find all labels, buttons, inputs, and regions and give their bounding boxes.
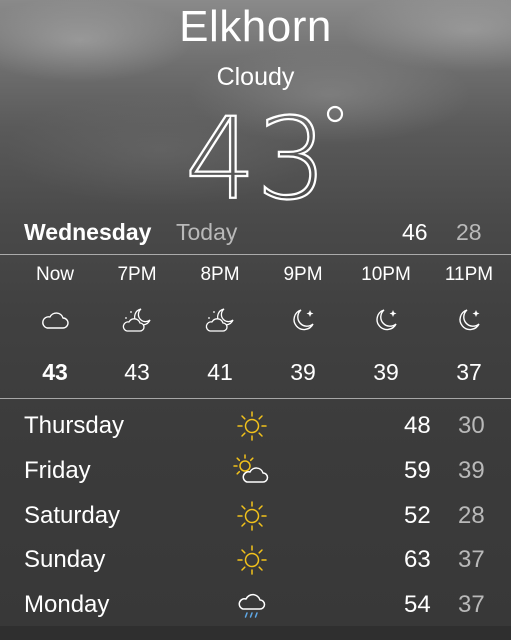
daily-low: 37 bbox=[458, 591, 485, 619]
daily-day: Friday bbox=[24, 456, 91, 484]
hourly-forecast[interactable]: Now 43 7PM 43 8PM 41 9PM 39 10PM 39 11PM… bbox=[0, 256, 511, 396]
today-high: 46 bbox=[402, 219, 428, 245]
daily-row: Saturday 52 28 bbox=[0, 494, 511, 539]
hour-time: 11PM bbox=[444, 264, 494, 285]
hour-item: 8PM 41 bbox=[185, 256, 255, 396]
daily-row: Thursday 48 30 bbox=[0, 404, 511, 449]
daily-row: Sunday 63 37 bbox=[0, 538, 511, 583]
clear-night-icon bbox=[287, 304, 319, 336]
daily-day: Monday bbox=[24, 591, 110, 619]
daily-high: 59 bbox=[404, 456, 431, 484]
hour-time: 9PM bbox=[283, 264, 323, 285]
hour-temp: 43 bbox=[124, 359, 150, 385]
partly-cloudy-night-icon bbox=[204, 304, 236, 336]
daily-day: Saturday bbox=[24, 501, 121, 529]
hour-item: 9PM 39 bbox=[268, 256, 338, 396]
city-name: Elkhorn bbox=[179, 2, 332, 51]
sun-icon bbox=[232, 542, 272, 578]
daily-day: Thursday bbox=[24, 412, 125, 439]
divider bbox=[0, 254, 511, 255]
current-temperature: 43 bbox=[185, 100, 345, 210]
hour-temp: 41 bbox=[207, 359, 233, 385]
daily-high: 54 bbox=[404, 591, 431, 619]
hour-temp: 43 bbox=[42, 359, 68, 385]
today-day: Wednesday bbox=[24, 219, 152, 245]
sun-icon bbox=[232, 498, 272, 534]
hour-time: 10PM bbox=[361, 264, 411, 285]
daily-row: Friday 59 39 bbox=[0, 449, 511, 494]
daily-high: 48 bbox=[404, 412, 431, 439]
hour-temp: 39 bbox=[290, 359, 316, 385]
daily-low: 37 bbox=[458, 546, 485, 574]
current-condition: Cloudy bbox=[216, 63, 295, 91]
sun-icon bbox=[232, 408, 272, 444]
current-temperature-value: 43 bbox=[185, 100, 328, 210]
daily-high: 52 bbox=[404, 501, 431, 529]
hour-item: 7PM 43 bbox=[102, 256, 172, 396]
hour-time: Now bbox=[35, 264, 74, 285]
hour-temp: 37 bbox=[456, 359, 482, 385]
bottom-bar bbox=[0, 626, 511, 640]
hour-item: 10PM 39 bbox=[351, 256, 421, 396]
daily-forecast[interactable]: Thursday 48 30 Friday 59 39 Saturday 52 … bbox=[0, 404, 511, 628]
hour-time: 7PM bbox=[117, 264, 157, 285]
today-summary: Wednesday Today 46 28 bbox=[0, 214, 511, 250]
daily-low: 30 bbox=[458, 412, 485, 439]
daily-row: Monday 54 37 bbox=[0, 583, 511, 628]
clear-night-icon bbox=[370, 304, 402, 336]
daily-low: 39 bbox=[458, 456, 485, 484]
partly-cloudy-night-icon bbox=[121, 304, 153, 336]
daily-day: Sunday bbox=[24, 546, 106, 574]
daily-low: 28 bbox=[458, 501, 485, 529]
today-low: 28 bbox=[456, 219, 482, 245]
rain-icon bbox=[232, 587, 272, 623]
hour-item: Now 43 bbox=[20, 256, 90, 396]
divider bbox=[0, 398, 511, 399]
degree-symbol bbox=[326, 105, 344, 123]
hour-time: 8PM bbox=[200, 264, 240, 285]
clear-night-icon bbox=[453, 304, 485, 336]
daily-high: 63 bbox=[404, 546, 431, 574]
cloud-icon bbox=[39, 304, 71, 336]
hour-item: 11PM 37 bbox=[434, 256, 504, 396]
hour-temp: 39 bbox=[373, 359, 399, 385]
today-label: Today bbox=[176, 219, 238, 245]
partly-sunny-icon bbox=[232, 453, 272, 489]
